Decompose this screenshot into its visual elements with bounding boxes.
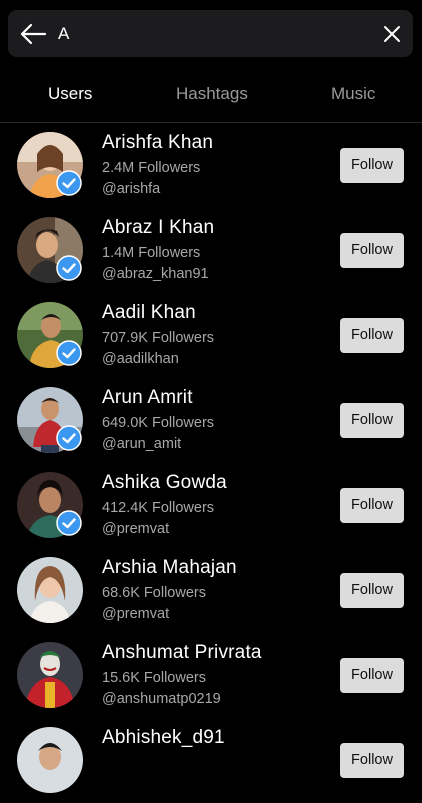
follower-count: 707.9K Followers	[102, 330, 215, 346]
list-item[interactable]: Abraz I Khan 1.4M Followers @abraz_khan9…	[0, 208, 422, 293]
clear-search-button[interactable]	[379, 21, 405, 47]
follower-count: 1.4M Followers	[102, 245, 201, 261]
verified-badge-icon	[56, 425, 82, 451]
tab-users[interactable]: Users	[48, 84, 92, 104]
avatar[interactable]	[17, 557, 83, 623]
verified-badge-icon	[56, 510, 82, 536]
user-handle: @premvat	[102, 521, 170, 537]
follow-button[interactable]: Follow	[340, 488, 404, 523]
user-name[interactable]: Abraz I Khan	[102, 217, 214, 239]
search-bar	[8, 10, 413, 57]
list-item[interactable]: Ashika Gowda 412.4K Followers @premvat F…	[0, 463, 422, 548]
tab-hashtags[interactable]: Hashtags	[176, 84, 248, 104]
verified-badge-icon	[56, 340, 82, 366]
user-name[interactable]: Anshumat Privrata	[102, 642, 262, 664]
arrow-left-icon	[20, 23, 47, 45]
user-handle: @aadilkhan	[102, 351, 179, 367]
follow-button[interactable]: Follow	[340, 233, 404, 268]
list-item[interactable]: Aadil Khan 707.9K Followers @aadilkhan F…	[0, 293, 422, 378]
back-button[interactable]	[18, 19, 48, 49]
avatar-image	[17, 557, 83, 623]
user-handle: @anshumatp0219	[102, 691, 221, 707]
avatar[interactable]	[17, 727, 83, 793]
list-item[interactable]: Arun Amrit 649.0K Followers @arun_amit F…	[0, 378, 422, 463]
follower-count: 2.4M Followers	[102, 160, 201, 176]
follower-count: 15.6K Followers	[102, 670, 206, 686]
user-name[interactable]: Arun Amrit	[102, 387, 193, 409]
list-item[interactable]: Abhishek_d91 Follow	[0, 718, 422, 803]
list-item[interactable]: Arishfa Khan 2.4M Followers @arishfa Fol…	[0, 123, 422, 208]
follow-button[interactable]: Follow	[340, 403, 404, 438]
follower-count: 649.0K Followers	[102, 415, 215, 431]
search-tabs: Users Hashtags Music	[0, 72, 422, 118]
list-item[interactable]: Anshumat Privrata 15.6K Followers @anshu…	[0, 633, 422, 718]
user-handle: @arishfa	[102, 181, 161, 197]
user-handle: @abraz_khan91	[102, 266, 209, 282]
user-handle: @arun_amit	[102, 436, 182, 452]
user-name[interactable]: Arishfa Khan	[102, 132, 213, 154]
avatar-image	[17, 642, 83, 708]
close-icon	[384, 26, 400, 42]
follow-button[interactable]: Follow	[340, 148, 404, 183]
tab-music[interactable]: Music	[331, 84, 375, 104]
avatar[interactable]	[17, 642, 83, 708]
follow-button[interactable]: Follow	[340, 573, 404, 608]
user-name[interactable]: Abhishek_d91	[102, 727, 225, 749]
follower-count: 68.6K Followers	[102, 585, 206, 601]
follower-count: 412.4K Followers	[102, 500, 215, 516]
follow-button[interactable]: Follow	[340, 743, 404, 778]
user-name[interactable]: Aadil Khan	[102, 302, 196, 324]
search-input[interactable]	[58, 18, 368, 50]
avatar-image	[17, 727, 83, 793]
user-handle: @premvat	[102, 606, 170, 622]
verified-badge-icon	[56, 170, 82, 196]
list-item[interactable]: Arshia Mahajan 68.6K Followers @premvat …	[0, 548, 422, 633]
verified-badge-icon	[56, 255, 82, 281]
follow-button[interactable]: Follow	[340, 318, 404, 353]
follow-button[interactable]: Follow	[340, 658, 404, 693]
user-name[interactable]: Ashika Gowda	[102, 472, 227, 494]
user-name[interactable]: Arshia Mahajan	[102, 557, 237, 579]
